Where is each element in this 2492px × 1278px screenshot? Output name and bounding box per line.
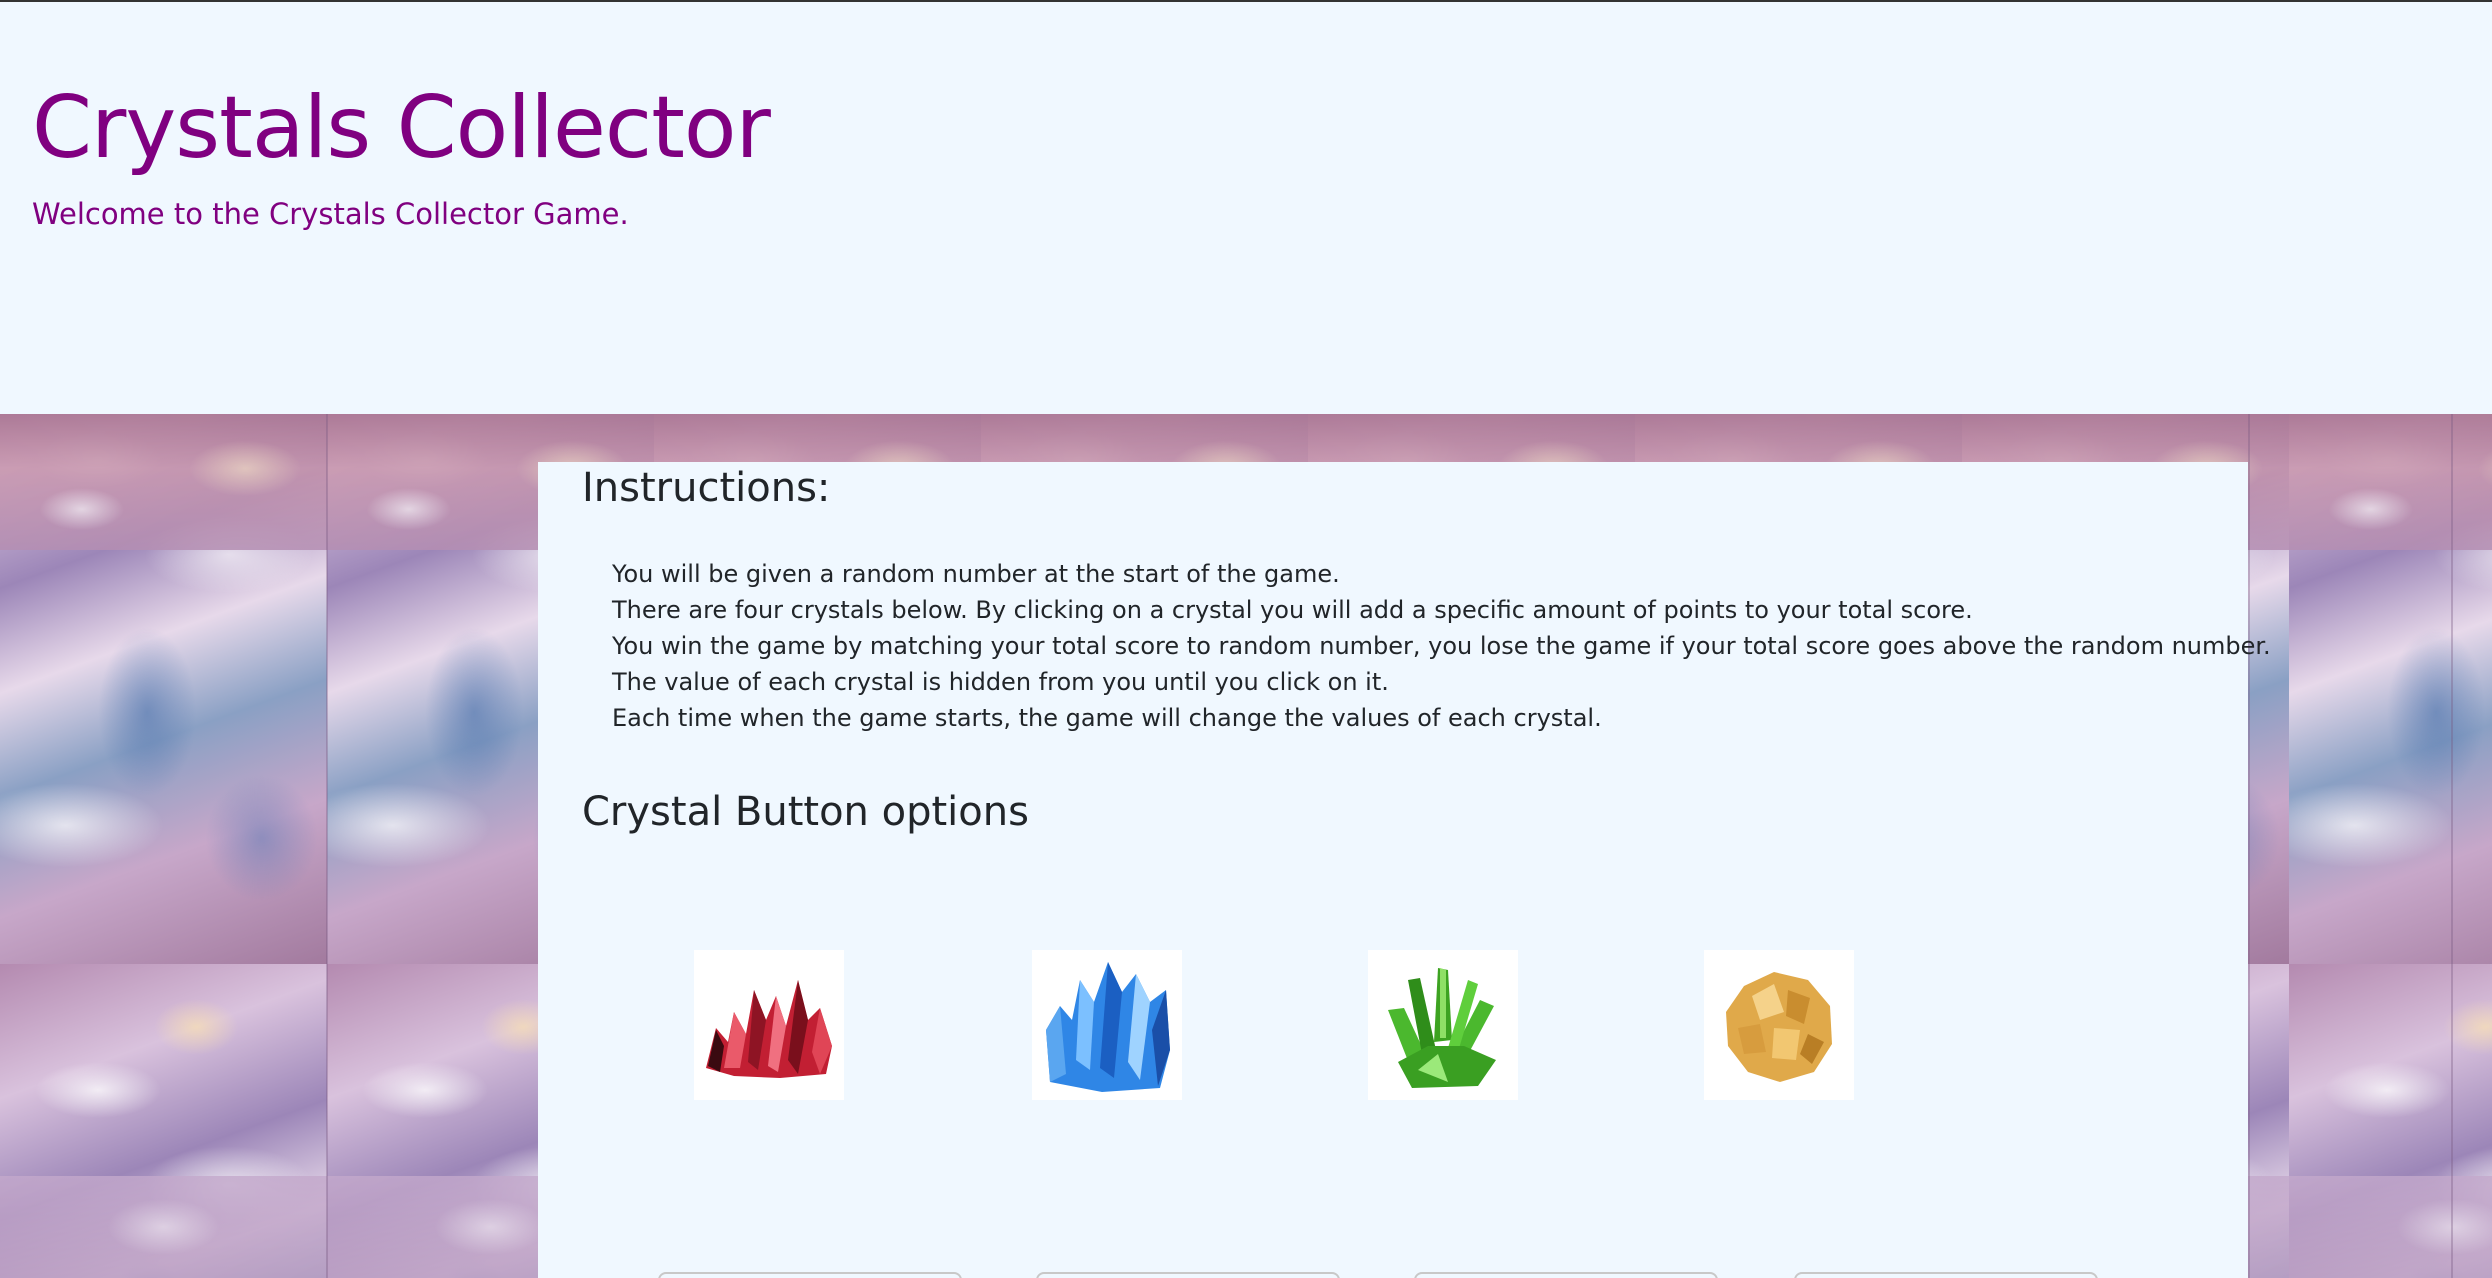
welcome-message: Welcome to the Crystals Collector Game. [32, 197, 629, 231]
yellow-crystal-icon [1726, 972, 1832, 1082]
green-crystal-button[interactable] [1368, 950, 1518, 1100]
instruction-item: The value of each crystal is hidden from… [612, 668, 1389, 696]
instruction-item: You win the game by matching your total … [612, 632, 2271, 660]
green-crystal-icon [1388, 968, 1496, 1088]
instruction-item: You will be given a random number at the… [612, 560, 1340, 588]
game-container: Instructions: You will be given a random… [538, 462, 2271, 1278]
score-box [658, 1272, 962, 1278]
instructions-list: You will be given a random number at the… [612, 556, 2271, 736]
score-box [1414, 1272, 1718, 1278]
instruction-item: Each time when the game starts, the game… [612, 704, 1602, 732]
score-box [1794, 1272, 2098, 1278]
background-seam [2248, 414, 2250, 1278]
blue-crystal-icon [1046, 962, 1170, 1092]
score-box [1036, 1272, 1340, 1278]
red-crystal-icon [706, 980, 832, 1078]
instructions-heading: Instructions: [582, 465, 831, 511]
background-seam [2451, 414, 2453, 1278]
blue-crystal-button[interactable] [1032, 950, 1182, 1100]
red-crystal-button[interactable] [694, 950, 844, 1100]
background-seam [326, 414, 328, 1278]
crystal-options-heading: Crystal Button options [582, 789, 1029, 835]
jumbotron-header: Crystals Collector Welcome to the Crysta… [0, 2, 2492, 414]
page-title: Crystals Collector [32, 78, 771, 178]
yellow-crystal-button[interactable] [1704, 950, 1854, 1100]
instruction-item: There are four crystals below. By clicki… [612, 596, 1973, 624]
